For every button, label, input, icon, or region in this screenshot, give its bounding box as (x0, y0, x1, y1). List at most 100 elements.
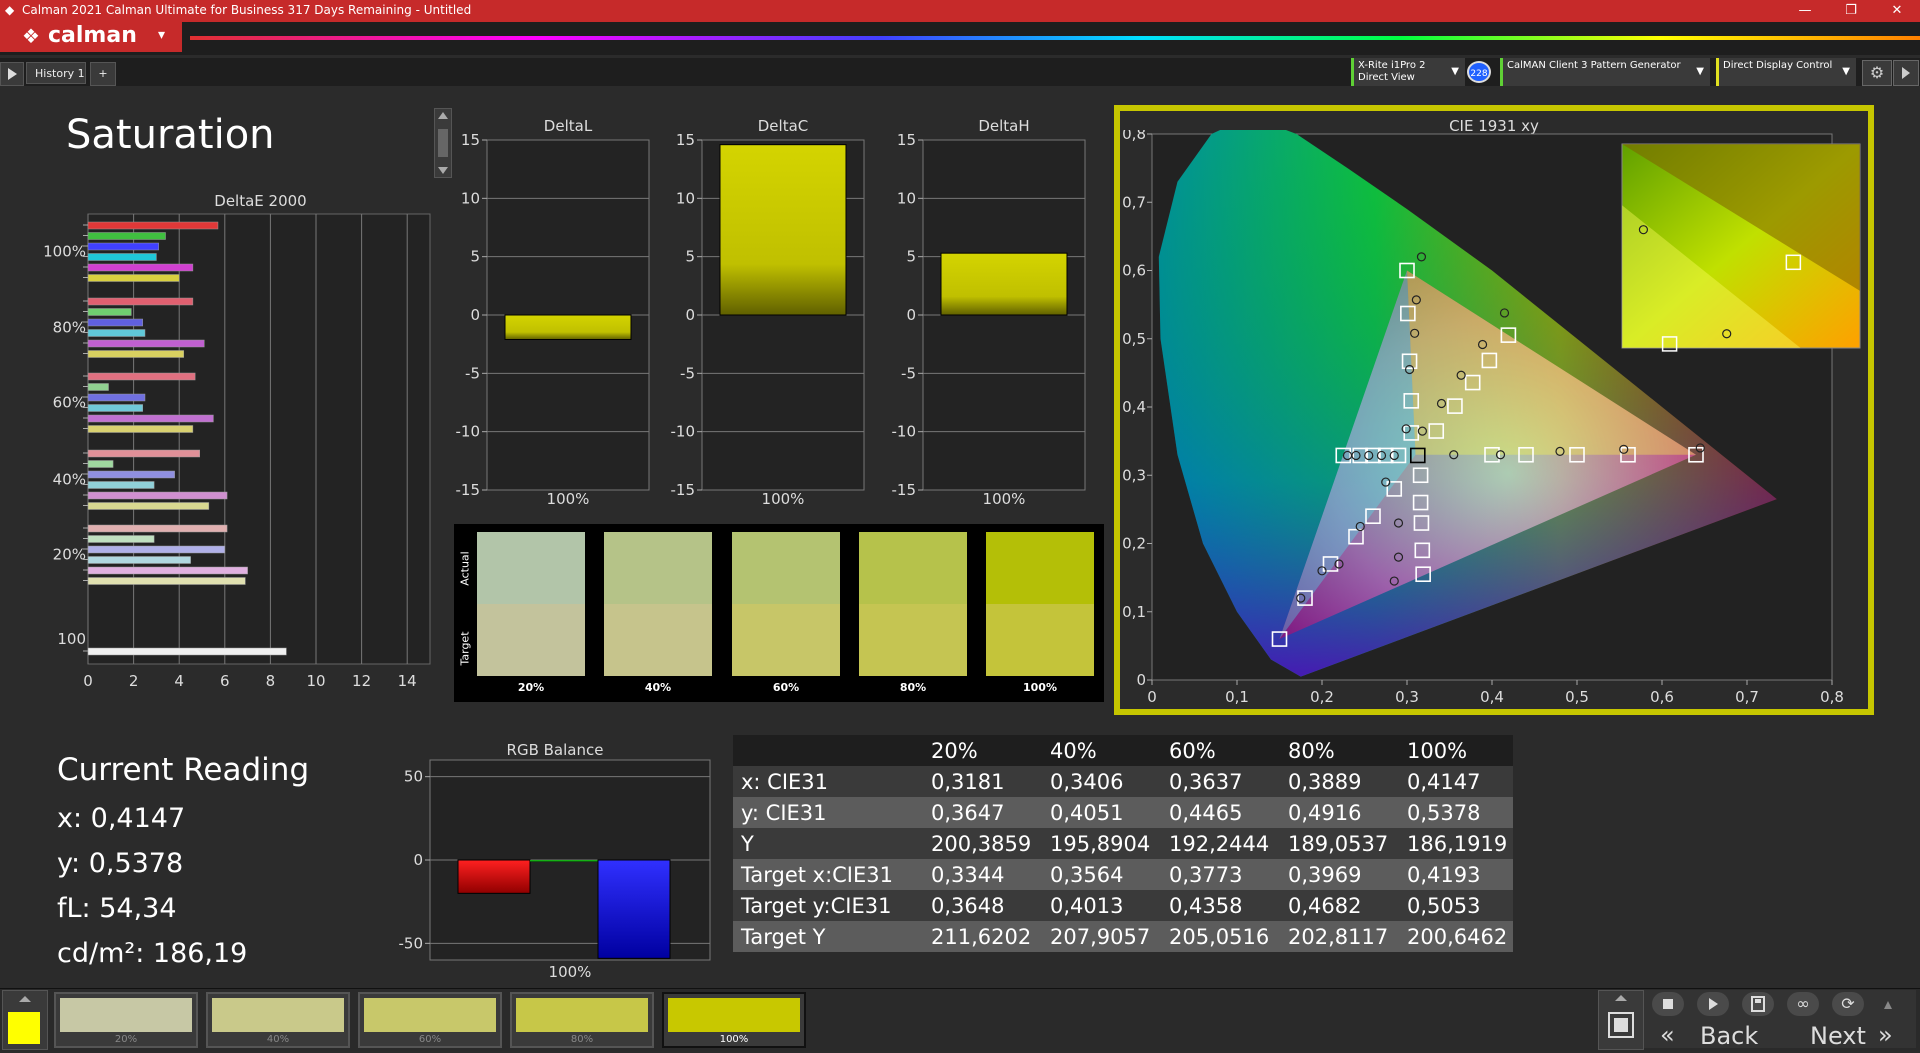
chevron-down-icon: ▼ (1696, 66, 1704, 77)
cie-x-tick-label: 0,6 (1650, 688, 1674, 706)
display-control-selector[interactable]: Direct Display Control ▼ (1716, 58, 1856, 86)
meter-badge: 228 (1467, 61, 1491, 83)
reading-fl: fL: 54,34 (57, 893, 177, 924)
target-swatch (604, 604, 712, 676)
deltae-bar (87, 372, 196, 381)
deltae-bar (87, 253, 157, 261)
swatch-label: 100% (1023, 681, 1057, 694)
table-header-cell (733, 735, 923, 766)
chevron-down-icon[interactable]: ▾ (158, 27, 165, 43)
delta-y-tick-label: 10 (676, 189, 695, 207)
swatch-label: 20% (517, 681, 545, 694)
minimize-button[interactable]: — (1782, 0, 1828, 22)
delta-y-tick-label: -10 (456, 423, 481, 441)
target-swatch (986, 604, 1094, 676)
cie-y-tick-label: 0,5 (1122, 330, 1146, 348)
table-cell: 0,3969 (1288, 862, 1362, 887)
chevron-down-icon: ▼ (1451, 66, 1459, 77)
rgb-y-tick-label: 0 (413, 851, 423, 869)
cie-y-tick-label: 0,1 (1122, 603, 1146, 621)
next-chevron-icon: » (1878, 1021, 1893, 1049)
play-icon[interactable] (0, 62, 24, 86)
deltae-bar (87, 647, 287, 656)
cie-x-tick-label: 0,2 (1310, 688, 1334, 706)
rgb-blue-bar (597, 859, 671, 959)
delta-y-tick-label: 0 (906, 306, 916, 324)
page-title: Saturation (66, 112, 275, 158)
deltae-x-tick: 8 (266, 672, 276, 690)
color-patch-button[interactable]: 40% (206, 992, 350, 1048)
color-patch-button[interactable]: 20% (54, 992, 198, 1048)
deltae-y-label: 20% (53, 545, 86, 563)
deltae-bar (87, 297, 194, 306)
tab-history-1[interactable]: History 1 (26, 62, 86, 84)
save-icon[interactable] (1742, 992, 1774, 1016)
current-patch-panel[interactable] (2, 990, 48, 1050)
deltae-bar (87, 414, 214, 423)
reading-x: x: 0,4147 (57, 803, 186, 834)
table-row: Y 200,3859 195,8904 192,2444 189,0537 186,191… (733, 828, 1514, 859)
gear-icon[interactable]: ⚙ (1862, 60, 1892, 86)
deltae-bar (87, 481, 155, 489)
deltal-xlabel: 100% (546, 490, 590, 508)
measurement-table: 20% 40% 60% 80% 100% x: CIE31 0,3181 0,3406 0,3… (733, 735, 1514, 952)
delta-y-tick-label: 15 (676, 131, 695, 149)
stop-panel[interactable] (1598, 990, 1644, 1050)
table-header-cell: 20% (923, 735, 1042, 766)
loop-icon[interactable]: ∞ (1787, 992, 1819, 1016)
deltae-bar (87, 318, 143, 327)
actual-swatch (732, 532, 840, 604)
delta-y-tick-label: 15 (461, 131, 480, 149)
color-patch-button[interactable]: 80% (510, 992, 654, 1048)
deltae-x-tick: 10 (306, 672, 325, 690)
close-button[interactable]: ✕ (1874, 0, 1920, 22)
next-label: Next (1810, 1022, 1866, 1050)
table-cell: Target y:CIE31 (741, 893, 892, 918)
deltae-bar (87, 242, 159, 251)
deltac-xlabel: 100% (761, 490, 805, 508)
table-header-row: 20% 40% 60% 80% 100% (733, 735, 1514, 766)
table-cell: Target Y (741, 924, 826, 949)
back-button[interactable]: « Back (1656, 1020, 1774, 1050)
table-row: Target x:CIE31 0,3344 0,3564 0,3773 0,3969 0,… (733, 859, 1514, 890)
next-button[interactable]: Next » (1790, 1020, 1908, 1050)
calman-logo-icon: ❖ (22, 24, 40, 48)
color-patch-button[interactable]: 60% (358, 992, 502, 1048)
color-patch-swatch (516, 998, 648, 1032)
deltae-chart: 0 2 4 6 8 10 12 14 100% 80% 60% 40% 20% 100 (43, 213, 431, 690)
table-row: y: CIE31 0,3647 0,4051 0,4465 0,4916 0,5378 (733, 797, 1514, 828)
add-tab-button[interactable]: + (90, 62, 116, 86)
delta-bar (504, 314, 632, 340)
expand-icon[interactable] (1878, 995, 1898, 1015)
deltah-xlabel: 100% (982, 490, 1026, 508)
stop-icon[interactable] (1652, 992, 1684, 1016)
table-header-cell: 80% (1280, 735, 1399, 766)
rgb-balance-chart: 50 0 -50 (399, 759, 711, 961)
deltae-bar (87, 308, 132, 316)
table-cell: 195,8904 (1050, 831, 1151, 856)
calman-logo-menu[interactable]: ❖ calman ▾ (0, 22, 182, 52)
color-patch-swatch (212, 998, 344, 1032)
color-patch-label: 20% (114, 1034, 138, 1045)
pattern-generator-selector[interactable]: CalMAN Client 3 Pattern Generator ▼ (1500, 58, 1710, 86)
deltae-y-label: 100 (57, 630, 86, 648)
deltae-bar (87, 556, 191, 564)
current-reading-title: Current Reading (57, 752, 310, 788)
color-patch-button[interactable]: 100% (662, 992, 806, 1048)
rgb-y-tick-label: 50 (404, 768, 423, 786)
cie-y-tick-label: 0,3 (1122, 466, 1146, 484)
deltae-bar (87, 393, 146, 402)
table-cell: 0,4193 (1407, 862, 1481, 887)
panel-toggle-icon[interactable] (1893, 60, 1919, 86)
actual-swatch (986, 532, 1094, 604)
refresh-icon[interactable]: ⟳ (1832, 992, 1864, 1016)
restore-button[interactable]: ❐ (1828, 0, 1874, 22)
swatch-label: 80% (899, 681, 927, 694)
table-cell: 0,3889 (1288, 769, 1362, 794)
table-cell: 0,3648 (931, 893, 1005, 918)
play-icon[interactable] (1697, 992, 1729, 1016)
reading-y: y: 0,5378 (57, 848, 184, 879)
table-cell: 0,3181 (931, 769, 1005, 794)
meter-selector[interactable]: X-Rite i1Pro 2 Direct View ▼ (1351, 58, 1465, 86)
deltae-bar (87, 460, 114, 468)
